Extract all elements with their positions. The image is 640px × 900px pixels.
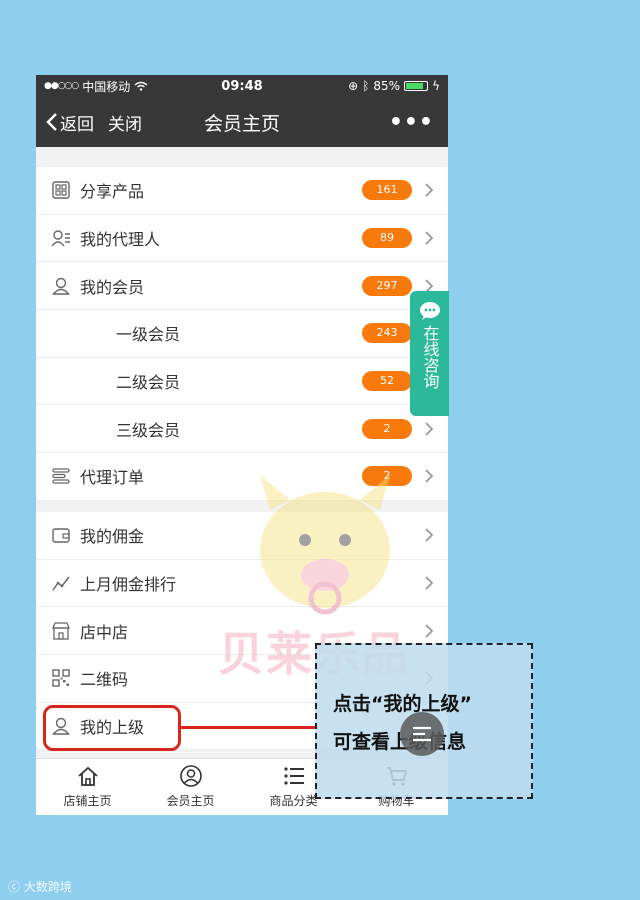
menu-item-label: 三级会员: [116, 420, 181, 440]
menu-item-label: 我的代理人: [80, 230, 161, 250]
home-icon: [76, 765, 100, 792]
tab-label: 店铺主页: [63, 794, 112, 808]
back-label: 返回: [60, 114, 94, 135]
menu-item-label: 二级会员: [116, 373, 181, 393]
menu-item[interactable]: 二级会员 52: [36, 358, 448, 406]
online-consult-label: 在线咨询: [420, 325, 440, 389]
count-badge: 52: [362, 371, 412, 392]
tab-home[interactable]: 店铺主页: [36, 759, 139, 815]
menu-item-label: 分享产品: [80, 182, 145, 202]
battery-icon: [404, 81, 429, 91]
menu-item-label: 上月佣金排行: [80, 574, 177, 594]
site-watermark: ⓒ 大数跨境: [8, 880, 72, 894]
count-badge: 2: [362, 418, 412, 439]
menu-item[interactable]: 三级会员 2: [36, 405, 448, 454]
menu-group-members: 分享产品 161 我的代理人 89 我的会员 297 一级会员 243 二级会员 52 三级会员 2 代…: [36, 167, 448, 501]
page-title: 会员主页: [203, 112, 280, 135]
status-time: 09:48: [221, 78, 263, 94]
chevron-right-icon: [425, 183, 434, 197]
member-icon: [179, 765, 203, 792]
user-icon: [50, 277, 72, 295]
close-button[interactable]: 关闭: [108, 110, 142, 135]
menu-item[interactable]: 我的代理人 89: [36, 215, 448, 263]
menu-item[interactable]: 分享产品 161: [36, 167, 448, 215]
menu-item-label: 一级会员: [116, 325, 181, 345]
grid-icon: [50, 181, 72, 200]
tab-member[interactable]: 会员主页: [139, 759, 242, 815]
menu-lines-icon: [413, 726, 431, 742]
back-button[interactable]: 返回: [36, 110, 94, 135]
status-bar: ●●○○○ 中国移动 09:48 ⊕ ᛒ 85% ϟ: [36, 75, 448, 97]
menu-item-label: 我的会员: [80, 277, 145, 297]
tab-label: 会员主页: [166, 794, 215, 808]
tab-label: 商品分类: [269, 794, 318, 808]
count-badge: 297: [362, 275, 412, 296]
menu-item-label: 二维码: [80, 670, 129, 690]
floating-menu-button[interactable]: [400, 712, 444, 756]
chevron-right-icon: [425, 422, 434, 436]
agent-icon: [50, 229, 72, 247]
menu-item-label: 代理订单: [80, 468, 145, 488]
chevron-left-icon: [46, 113, 57, 131]
count-badge: 89: [362, 228, 412, 249]
menu-item[interactable]: 一级会员 243: [36, 310, 448, 358]
online-consult-button[interactable]: 在线咨询: [410, 291, 449, 416]
store-icon: [50, 621, 72, 640]
menu-item-label: 店中店: [80, 622, 129, 642]
count-badge: 243: [362, 323, 412, 344]
nav-bar: 返回 关闭 会员主页 •••: [36, 97, 448, 147]
more-button[interactable]: •••: [389, 110, 434, 135]
highlight-box: [43, 705, 181, 751]
list-icon: [50, 468, 72, 485]
menu-item[interactable]: 我的会员 297: [36, 262, 448, 311]
menu-item-label: 我的佣金: [80, 527, 145, 547]
chevron-right-icon: [425, 231, 434, 245]
count-badge: 161: [362, 180, 412, 201]
category-icon: [282, 765, 306, 792]
trend-icon: [50, 575, 72, 591]
chat-bubble-icon: [419, 302, 440, 320]
callout-connector: [181, 726, 315, 729]
wallet-icon: [50, 527, 72, 543]
qrcode-icon: [50, 669, 72, 687]
